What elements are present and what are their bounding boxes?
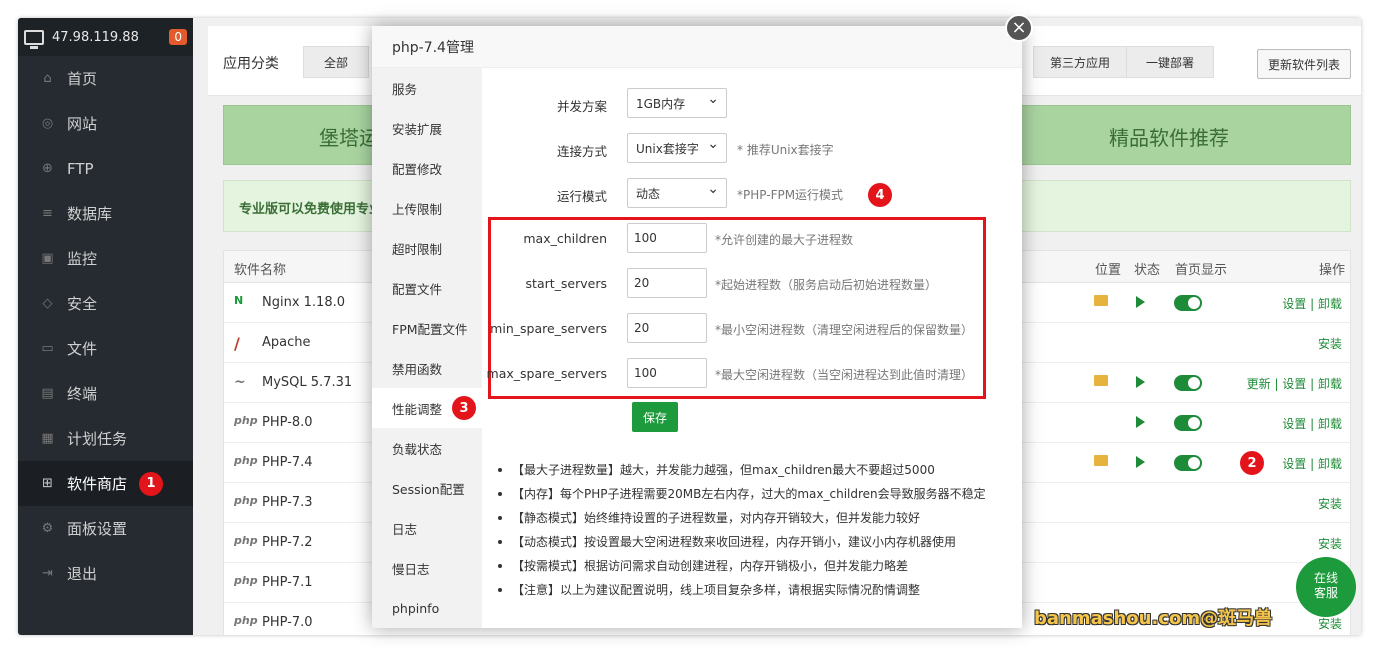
min-spare-servers-row: min_spare_servers 20 *最小空闲进程数（清理空闲进程后的保留…	[482, 313, 1022, 345]
start-servers-row: start_servers 20 *起始进程数（服务启动后初始进程数量）	[482, 268, 1022, 300]
min-spare-servers-hint: *最小空闲进程数（清理空闲进程后的保留数量）	[715, 323, 974, 337]
max-children-row: max_children 100 *允许创建的最大子进程数	[482, 223, 1022, 255]
modal-nav: 服务 安装扩展 配置修改 上传限制 超时限制 配置文件 FPM配置文件 禁用函数…	[372, 68, 482, 628]
modal-nav-config-file[interactable]: 配置文件	[372, 268, 482, 308]
list-item: 【注意】以上为建议配置说明，线上项目复杂多样，请根据实际情况酌情调整	[496, 578, 1016, 602]
modal-nav-performance[interactable]: 性能调整 3	[372, 388, 482, 428]
run-mode-row: 运行模式 动态 *PHP-FPM运行模式 4	[482, 178, 1022, 210]
modal-title: php-7.4管理	[372, 26, 1022, 68]
close-icon[interactable]: ×	[1005, 14, 1033, 42]
step-marker-3: 3	[452, 396, 477, 420]
min-spare-servers-label: min_spare_servers	[490, 321, 607, 336]
chat-label-1: 在线	[1313, 571, 1338, 585]
connection-select[interactable]: Unix套接字	[627, 133, 727, 163]
modal-nav-log[interactable]: 日志	[372, 508, 482, 548]
max-spare-servers-hint: *最大空闲进程数（当空闲进程达到此值时清理）	[715, 368, 974, 382]
modal-nav-config-edit[interactable]: 配置修改	[372, 148, 482, 188]
modal-nav-phpinfo[interactable]: phpinfo	[372, 588, 482, 628]
concurrency-select[interactable]: 1GB内存	[627, 88, 727, 118]
start-servers-label: start_servers	[525, 276, 607, 291]
modal-nav-fpm-config[interactable]: FPM配置文件	[372, 308, 482, 348]
max-spare-servers-input[interactable]: 100	[627, 358, 707, 388]
modal-nav-disabled-functions[interactable]: 禁用函数	[372, 348, 482, 388]
modal-nav-timeout-limit[interactable]: 超时限制	[372, 228, 482, 268]
max-children-label: max_children	[523, 231, 607, 246]
max-spare-servers-row: max_spare_servers 100 *最大空闲进程数（当空闲进程达到此值…	[482, 358, 1022, 390]
list-item: 【动态模式】按设置最大空闲进程数来收回进程，内存开销小，建议小内存机器使用	[496, 530, 1016, 554]
save-button[interactable]: 保存	[632, 402, 678, 432]
modal-body: 并发方案 1GB内存 连接方式 Unix套接字 * 推荐Unix套接字 运行模式…	[482, 68, 1022, 628]
list-item: 【按需模式】根据访问需求自动创建进程，内存开销极小，但并发能力略差	[496, 554, 1016, 578]
concurrency-label: 并发方案	[556, 99, 607, 114]
run-mode-select[interactable]: 动态	[627, 178, 727, 208]
modal-layer: php-7.4管理 服务 安装扩展 配置修改 上传限制 超时限制 配置文件 FP…	[0, 0, 1379, 653]
list-item: 【最大子进程数量】越大，并发能力越强，但max_children最大不要超过50…	[496, 458, 1016, 482]
max-children-input[interactable]: 100	[627, 223, 707, 253]
modal-nav-service[interactable]: 服务	[372, 68, 482, 108]
modal-nav-extensions[interactable]: 安装扩展	[372, 108, 482, 148]
connection-label: 连接方式	[556, 144, 607, 159]
online-support-button[interactable]: 在线 客服	[1296, 557, 1356, 617]
start-servers-input[interactable]: 20	[627, 268, 707, 298]
step-marker-4: 4	[868, 183, 892, 207]
modal-nav-label: 性能调整	[392, 401, 443, 417]
min-spare-servers-input[interactable]: 20	[627, 313, 707, 343]
tips-list: 【最大子进程数量】越大，并发能力越强，但max_children最大不要超过50…	[496, 458, 1016, 602]
modal-nav-session[interactable]: Session配置	[372, 468, 482, 508]
run-mode-hint: *PHP-FPM运行模式	[737, 188, 844, 202]
php-manager-modal: php-7.4管理 服务 安装扩展 配置修改 上传限制 超时限制 配置文件 FP…	[372, 26, 1022, 628]
modal-nav-load-status[interactable]: 负载状态	[372, 428, 482, 468]
start-servers-hint: *起始进程数（服务启动后初始进程数量）	[715, 278, 938, 292]
concurrency-row: 并发方案 1GB内存	[482, 88, 1022, 120]
modal-nav-upload-limit[interactable]: 上传限制	[372, 188, 482, 228]
connection-row: 连接方式 Unix套接字 * 推荐Unix套接字	[482, 133, 1022, 165]
list-item: 【内存】每个PHP子进程需要20MB左右内存，过大的max_children会导…	[496, 482, 1016, 506]
modal-nav-slow-log[interactable]: 慢日志	[372, 548, 482, 588]
max-children-hint: *允许创建的最大子进程数	[715, 233, 854, 247]
run-mode-label: 运行模式	[556, 189, 607, 204]
list-item: 【静态模式】始终维持设置的子进程数量，对内存开销较大，但并发能力较好	[496, 506, 1016, 530]
watermark: banmashou.com@斑马兽	[1034, 608, 1273, 629]
chat-label-2: 客服	[1313, 586, 1338, 600]
connection-hint: * 推荐Unix套接字	[737, 143, 834, 157]
max-spare-servers-label: max_spare_servers	[486, 366, 607, 381]
